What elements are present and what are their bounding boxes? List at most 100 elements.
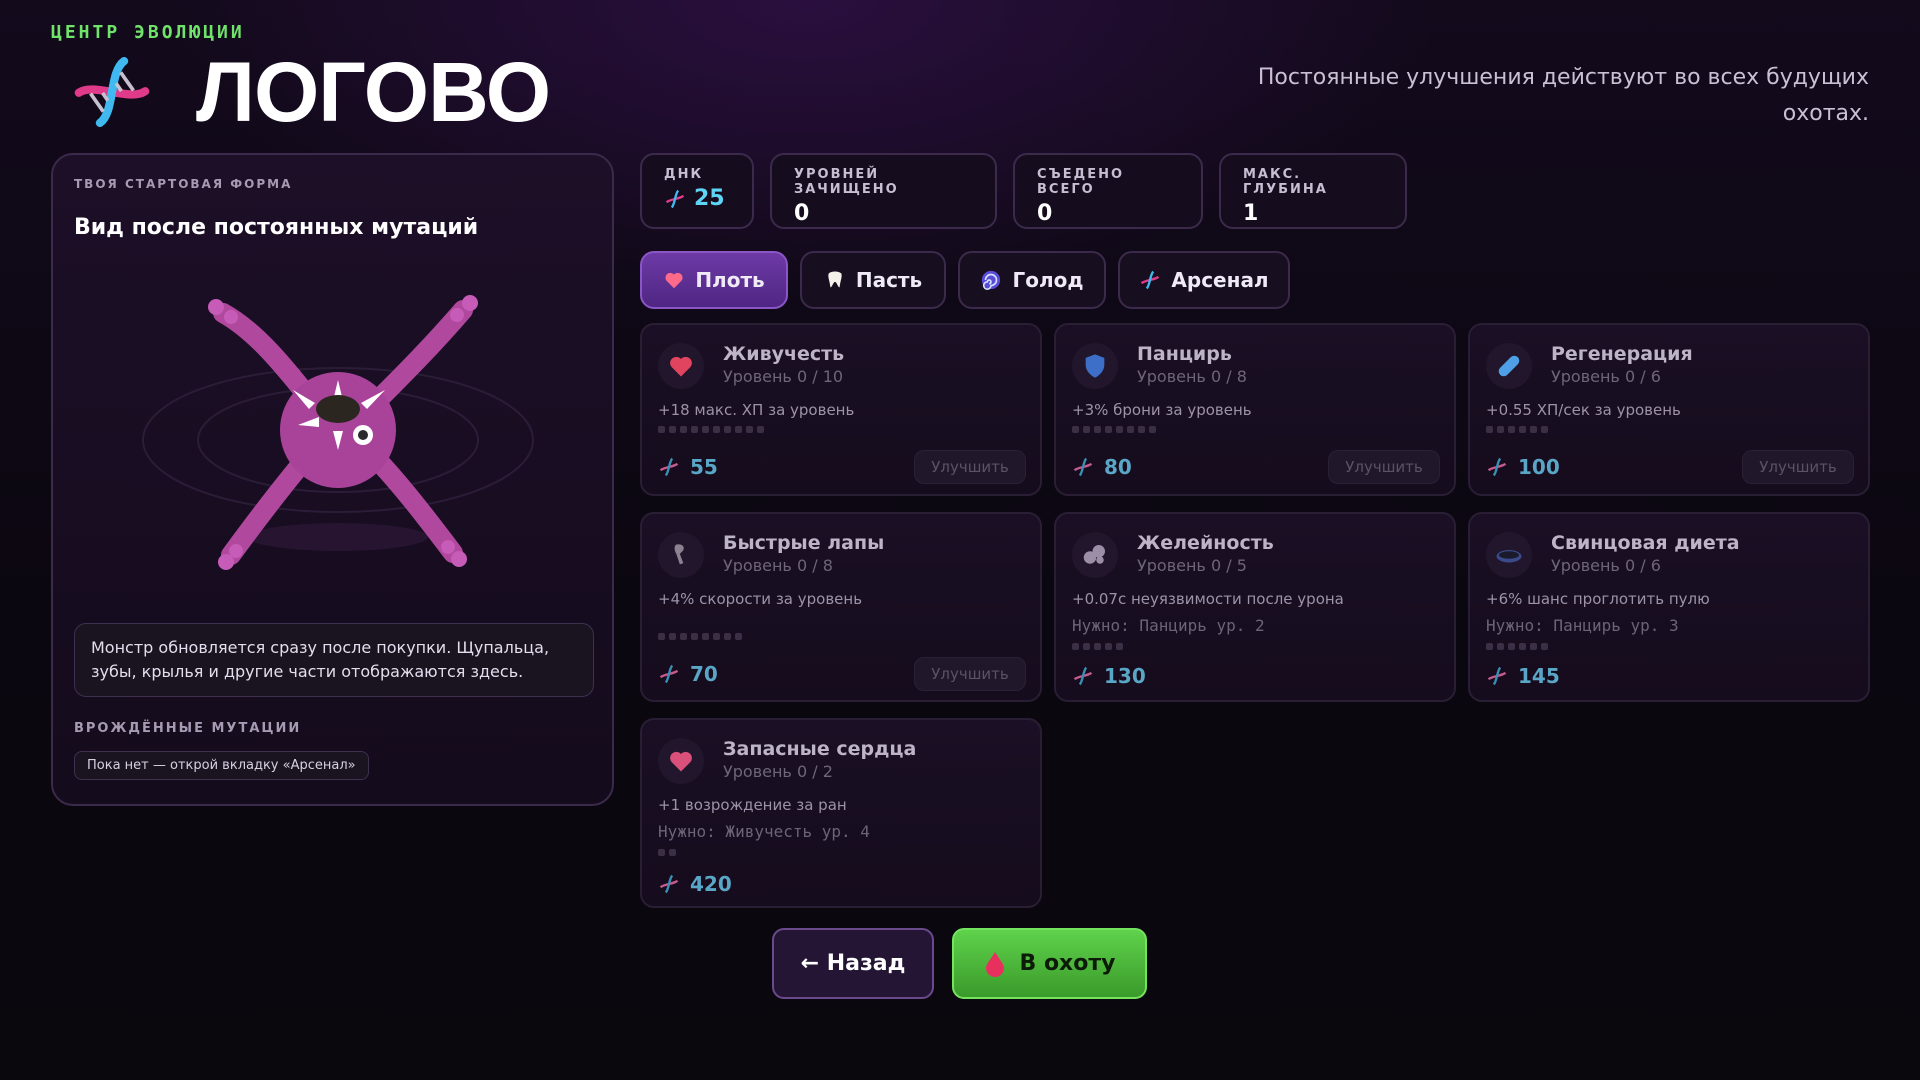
upgrade-card[interactable]: Желейность Уровень 0 / 5 +0.07с неуязвим… bbox=[1054, 512, 1456, 702]
dna-icon bbox=[658, 873, 680, 895]
level-pips bbox=[658, 849, 676, 856]
back-button[interactable]: ← Назад bbox=[772, 928, 934, 999]
level-pip bbox=[757, 426, 764, 433]
upgrade-name: Панцирь bbox=[1137, 343, 1232, 365]
dna-icon bbox=[1486, 665, 1508, 687]
tab-arsenal[interactable]: Арсенал bbox=[1118, 251, 1290, 309]
level-pip bbox=[1083, 426, 1090, 433]
level-pip bbox=[1508, 643, 1515, 650]
blood-drop-icon bbox=[985, 951, 1004, 977]
hunt-label: В охоту bbox=[1019, 951, 1116, 976]
level-pip bbox=[1519, 426, 1526, 433]
upgrade-button[interactable]: Улучшить bbox=[1742, 450, 1854, 484]
level-pip bbox=[1116, 426, 1123, 433]
upgrade-card[interactable]: Свинцовая диета Уровень 0 / 6 +6% шанс п… bbox=[1468, 512, 1870, 702]
upgrade-description: +1 возрождение за ран bbox=[658, 796, 847, 814]
stat-dna: ДНК 25 bbox=[640, 153, 754, 229]
level-pips bbox=[1486, 426, 1548, 433]
upgrade-level: Уровень 0 / 8 bbox=[1137, 367, 1247, 386]
tab-label: Арсенал bbox=[1171, 268, 1269, 292]
level-pip bbox=[1072, 643, 1079, 650]
level-pip bbox=[1072, 426, 1079, 433]
upgrade-button[interactable]: Улучшить bbox=[914, 657, 1026, 691]
upgrade-button[interactable]: Улучшить bbox=[914, 450, 1026, 484]
upgrade-description: +4% скорости за уровень bbox=[658, 590, 863, 608]
dna-icon bbox=[1141, 270, 1160, 290]
dna-icon bbox=[658, 663, 680, 685]
tab-flesh[interactable]: Плоть bbox=[640, 251, 788, 309]
upgrade-price: 80 bbox=[1072, 455, 1132, 479]
upgrade-level: Уровень 0 / 5 bbox=[1137, 556, 1247, 575]
innate-mutations-kicker: ВРОЖДЁННЫЕ МУТАЦИИ bbox=[74, 721, 302, 736]
upgrade-price: 100 bbox=[1486, 455, 1560, 479]
level-pips bbox=[658, 426, 764, 433]
level-pip bbox=[658, 426, 665, 433]
stat-value: 0 bbox=[794, 201, 810, 226]
level-pip bbox=[1541, 426, 1548, 433]
level-pip bbox=[669, 849, 676, 856]
level-pip bbox=[1094, 643, 1101, 650]
innate-mutations-empty: Пока нет — открой вкладку «Арсенал» bbox=[74, 751, 369, 780]
level-pips bbox=[1072, 426, 1156, 433]
level-pip bbox=[1149, 426, 1156, 433]
price-value: 145 bbox=[1518, 664, 1560, 688]
heart-icon bbox=[658, 343, 704, 389]
level-pip bbox=[691, 426, 698, 433]
level-pip bbox=[658, 633, 665, 640]
price-value: 130 bbox=[1104, 664, 1146, 688]
dna-icon bbox=[658, 456, 680, 478]
upgrade-description: +18 макс. ХП за уровень bbox=[658, 401, 855, 419]
tooth-icon bbox=[828, 271, 842, 288]
level-pip bbox=[713, 633, 720, 640]
upgrade-description: +3% брони за уровень bbox=[1072, 401, 1252, 419]
upgrade-card[interactable]: Панцирь Уровень 0 / 8 +3% брони за урове… bbox=[1054, 323, 1456, 496]
level-pip bbox=[702, 426, 709, 433]
level-pip bbox=[1105, 426, 1112, 433]
upgrade-button[interactable]: Улучшить bbox=[1328, 450, 1440, 484]
price-value: 55 bbox=[690, 455, 718, 479]
upgrade-name: Быстрые лапы bbox=[723, 532, 885, 554]
upgrade-requirement: Нужно: Живучесть ур. 4 bbox=[658, 822, 870, 841]
stat-label: СЪЕДЕНО ВСЕГО bbox=[1037, 167, 1125, 197]
level-pip bbox=[669, 426, 676, 433]
upgrade-name: Живучесть bbox=[723, 343, 845, 365]
tab-label: Плоть bbox=[695, 268, 765, 292]
dna-icon bbox=[665, 189, 685, 208]
dna-icon bbox=[1072, 665, 1094, 687]
tab-hunger[interactable]: Голод bbox=[958, 251, 1106, 309]
level-pip bbox=[724, 633, 731, 640]
leg-icon bbox=[658, 532, 704, 578]
level-pip bbox=[1138, 426, 1145, 433]
level-pips bbox=[1486, 643, 1548, 650]
dna-icon bbox=[1486, 456, 1508, 478]
upgrade-name: Запасные сердца bbox=[723, 738, 917, 760]
level-pip bbox=[669, 633, 676, 640]
upgrade-card[interactable]: Регенерация Уровень 0 / 6 +0.55 ХП/сек з… bbox=[1468, 323, 1870, 496]
level-pip bbox=[1530, 643, 1537, 650]
level-pip bbox=[713, 426, 720, 433]
tab-maw[interactable]: Пасть bbox=[800, 251, 946, 309]
upgrade-level: Уровень 0 / 6 bbox=[1551, 556, 1661, 575]
upgrade-card[interactable]: Запасные сердца Уровень 0 / 2 +1 возрожд… bbox=[640, 718, 1042, 908]
level-pip bbox=[1486, 643, 1493, 650]
monster-note: Монстр обновляется сразу после покупки. … bbox=[74, 623, 594, 697]
monster-preview bbox=[142, 295, 534, 570]
level-pip bbox=[1497, 426, 1504, 433]
hunt-button[interactable]: В охоту bbox=[952, 928, 1147, 999]
level-pip bbox=[680, 633, 687, 640]
upgrade-price: 420 bbox=[658, 872, 732, 896]
level-pip bbox=[1519, 643, 1526, 650]
level-pip bbox=[724, 426, 731, 433]
upgrade-level: Уровень 0 / 8 bbox=[723, 556, 833, 575]
stat-value: 25 bbox=[664, 186, 730, 211]
price-value: 420 bbox=[690, 872, 732, 896]
logo-row: ЛОГОВО bbox=[66, 46, 551, 138]
level-pip bbox=[1116, 643, 1123, 650]
upgrade-card[interactable]: Быстрые лапы Уровень 0 / 8 +4% скорости … bbox=[640, 512, 1042, 702]
stat-label: МАКС. ГЛУБИНА bbox=[1243, 167, 1328, 197]
header-subtitle: Постоянные улучшения действуют во всех б… bbox=[1257, 65, 1869, 126]
level-pip bbox=[691, 633, 698, 640]
upgrade-card[interactable]: Живучесть Уровень 0 / 10 +18 макс. ХП за… bbox=[640, 323, 1042, 496]
stat-value: 0 bbox=[1037, 201, 1053, 226]
level-pip bbox=[680, 426, 687, 433]
